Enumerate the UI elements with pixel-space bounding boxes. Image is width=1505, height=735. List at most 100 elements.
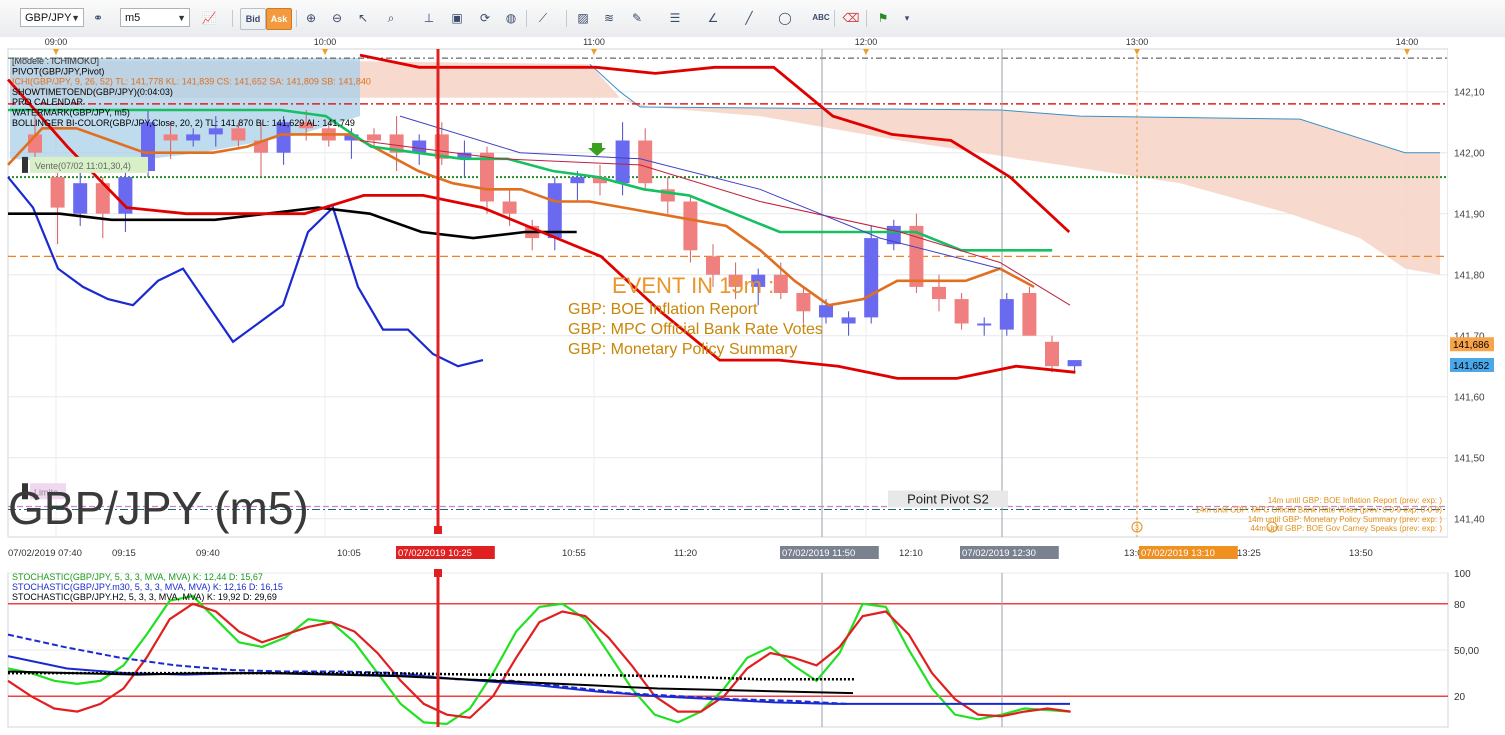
- link-icon[interactable]: ⚭: [88, 7, 108, 29]
- legend-item: WATERMARK(GBP/JPY, m5): [12, 108, 130, 118]
- candle-body: [819, 305, 833, 318]
- watermark-text: GBP/JPY (m5): [8, 482, 309, 534]
- top-time-label: 09:00: [45, 37, 68, 47]
- ruler-icon[interactable]: ⟋: [532, 7, 554, 29]
- candle-body: [547, 183, 562, 239]
- time-axis-label: 13:25: [1237, 548, 1261, 559]
- globe-icon[interactable]: ◍: [500, 7, 522, 29]
- legend-item: BOLLINGER BI-COLOR(GBP/JPY,Close, 20, 2)…: [12, 118, 355, 128]
- time-cursor-handle: [434, 526, 442, 534]
- candle-body: [502, 201, 517, 214]
- price-tick-label: 141,80: [1454, 271, 1485, 282]
- time-axis-label: 12:10: [899, 548, 923, 559]
- stochastic-legend-item: STOCHASTIC(GBP/JPY.H2, 5, 3, 3, MVA, MVA…: [12, 592, 277, 602]
- lines-icon[interactable]: ☰: [664, 7, 686, 29]
- chart-type-icon[interactable]: 📈: [198, 7, 220, 29]
- time-cursor-handle: [434, 569, 442, 577]
- stochastic-chart[interactable]: 100 80 50,00 20 STOCHASTIC(GBP/JPY, 5, 3, 3,…: [0, 565, 1505, 730]
- legend-item: ICHI(GBP/JPY, 9, 26, 52) TL: 141,778 KL:…: [12, 77, 371, 87]
- text-icon[interactable]: ABC: [810, 7, 832, 29]
- time-axis-label: 07/02/2019 07:40: [8, 548, 82, 559]
- order-handle: [22, 156, 28, 173]
- sell-order-label: Vente(07/02 11:01,30,4): [35, 161, 131, 171]
- candle-body: [977, 323, 992, 326]
- stochastic-tick-label: 100: [1454, 569, 1471, 580]
- eraser-icon[interactable]: ⌫: [840, 7, 862, 29]
- stochastic-tick-label: 20: [1454, 692, 1466, 703]
- candle-body: [773, 274, 788, 293]
- toolbar-separator: [232, 10, 233, 27]
- calendar-note: 14m until GBP: Monetary Policy Summary (…: [1248, 515, 1443, 524]
- time-axis-label: 07/02/2019 12:30: [962, 548, 1036, 559]
- calendar-marker-label: 3: [1135, 525, 1139, 532]
- trendline-icon[interactable]: ∠: [702, 7, 724, 29]
- cursor-icon[interactable]: ↖: [352, 7, 374, 29]
- price-tick-label: 141,50: [1454, 454, 1485, 465]
- calendar-note: 44m until GBP: BOE Gov Carney Speaks (pr…: [1250, 524, 1442, 533]
- top-time-label: 10:00: [314, 37, 337, 47]
- price-tick-label: 141,60: [1454, 393, 1485, 404]
- price-tick-label: 141,40: [1454, 515, 1485, 526]
- candle-body: [1067, 360, 1082, 367]
- template-icon[interactable]: ▣: [446, 7, 468, 29]
- candle-body: [208, 128, 223, 135]
- ellipse-icon[interactable]: ◯: [774, 7, 796, 29]
- price-tick-label: 141,90: [1454, 210, 1485, 221]
- toolbar-separator: [866, 10, 867, 27]
- fibonacci-icon[interactable]: ≋: [598, 7, 620, 29]
- candle-body: [570, 177, 585, 184]
- stochastic-pane[interactable]: 100 80 50,00 20 STOCHASTIC(GBP/JPY, 5, 3, 3,…: [0, 565, 1505, 730]
- calendar-note: 14m until GBP: MPC Official Bank Rate Vo…: [1195, 505, 1442, 514]
- legend-item: [Modele : ICHIMOKU]: [12, 56, 99, 66]
- candle-body: [367, 134, 381, 141]
- timeframe-select-value: m5: [125, 12, 141, 24]
- price-chart[interactable]: 142,10142,00141,90141,80141,70141,60141,…: [0, 37, 1505, 565]
- chevron-down-icon: ▼: [177, 13, 186, 23]
- objects-icon[interactable]: ⚑: [872, 7, 894, 29]
- event-line: GBP: Monetary Policy Summary: [568, 341, 797, 358]
- bid-button[interactable]: Bid: [240, 8, 266, 30]
- candle-body: [73, 183, 88, 214]
- time-axis-label: 07/02/2019 11:50: [782, 548, 855, 559]
- candle-body: [999, 299, 1014, 330]
- candle-body: [1045, 341, 1059, 367]
- zoom-out-icon[interactable]: ⊖: [326, 7, 348, 29]
- more-icon[interactable]: ▾: [896, 7, 918, 29]
- toolbar-separator: [566, 10, 567, 27]
- candle-body: [186, 134, 201, 141]
- candle-body: [231, 128, 246, 141]
- zoom-rect-icon[interactable]: ⌕: [380, 7, 402, 29]
- stochastic-legend-item: STOCHASTIC(GBP/JPY, 5, 3, 3, MVA, MVA) K…: [12, 572, 263, 582]
- top-time-label: 12:00: [855, 37, 878, 47]
- indicator-icon[interactable]: ⊥: [418, 7, 440, 29]
- time-axis-label: 10:55: [562, 548, 586, 559]
- top-time-label: 13:00: [1126, 37, 1149, 47]
- stochastic-tick-label: 50,00: [1454, 646, 1479, 657]
- ask-button[interactable]: Ask: [266, 8, 292, 30]
- calendar-note: 14m until GBP: BOE Inflation Report (pre…: [1268, 496, 1443, 505]
- timeframe-select[interactable]: m5 ▼: [120, 8, 190, 27]
- stochastic-legend-item: STOCHASTIC(GBP/JPY.m30, 5, 3, 3, MVA, MV…: [12, 582, 283, 592]
- candle-body: [683, 201, 698, 251]
- symbol-select[interactable]: GBP/JPY ▼: [20, 8, 84, 27]
- zoom-in-icon[interactable]: ⊕: [300, 7, 322, 29]
- legend-item: PRO CALENDAR: [12, 97, 84, 107]
- image-icon[interactable]: ▨: [572, 7, 594, 29]
- refresh-icon[interactable]: ⟳: [474, 7, 496, 29]
- event-title: EVENT IN 15m :: [612, 273, 774, 298]
- stochastic-tick-label: 80: [1454, 600, 1466, 611]
- candle-body: [864, 238, 879, 318]
- time-axis-label: 07/02/2019 13:10: [1141, 548, 1215, 559]
- legend-item: SHOWTIMETOEND(GBP/JPY)(0:04:03): [12, 87, 173, 97]
- candle-body: [954, 299, 969, 324]
- candle-body: [932, 286, 946, 300]
- top-time-label: 14:00: [1396, 37, 1419, 47]
- trendline-icon[interactable]: ╱: [738, 7, 760, 29]
- event-line: GBP: BOE Inflation Report: [568, 301, 758, 318]
- price-badge-label: 141,686: [1453, 340, 1490, 351]
- time-axis-label: 13:50: [1349, 548, 1373, 559]
- event-line: GBP: MPC Official Bank Rate Votes: [568, 321, 823, 338]
- candle-body: [1022, 293, 1037, 336]
- price-chart-pane[interactable]: 142,10 142,00 141,90 141,80 141,70 141,60 141,…: [0, 37, 1505, 565]
- pen-icon[interactable]: ✎: [626, 7, 648, 29]
